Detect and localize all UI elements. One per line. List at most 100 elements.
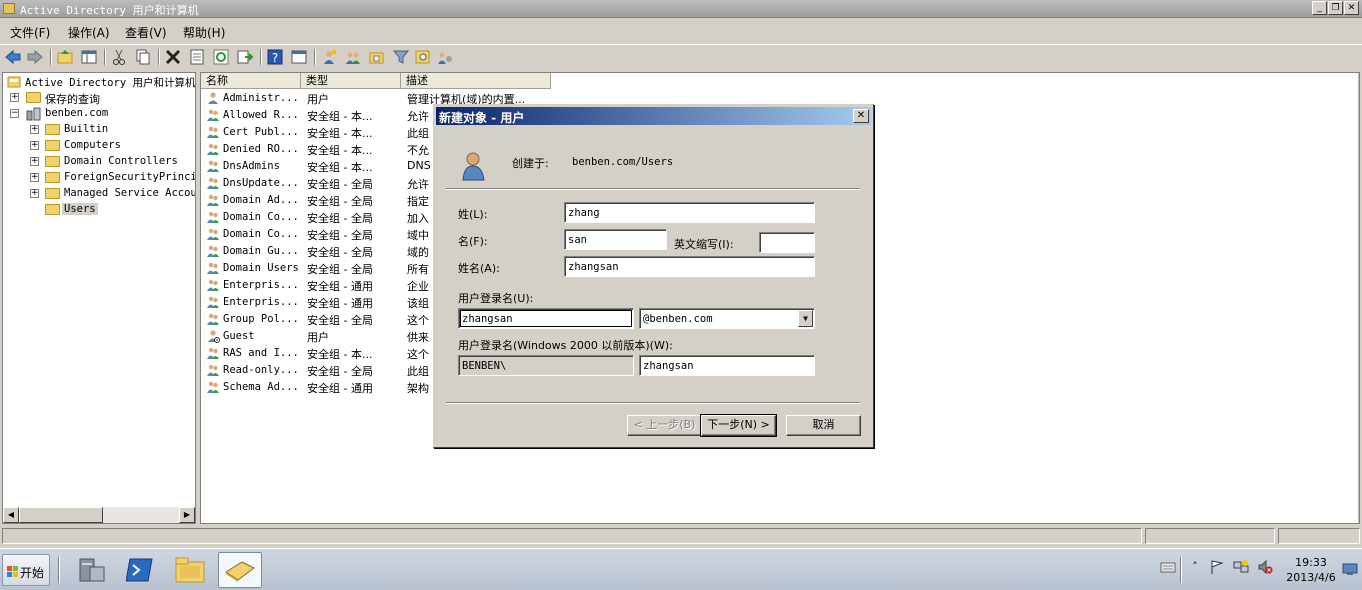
full-name-field[interactable]: zhangsan [564,256,815,277]
row-description: 这个 [407,314,429,327]
expand-icon[interactable]: + [30,157,39,166]
forward-arrow-icon[interactable] [26,48,44,66]
expand-icon[interactable]: + [30,141,39,150]
console-tree[interactable]: Active Directory 用户和计算机 + 保存的查询 − benben… [2,72,196,524]
folder-icon [45,172,60,183]
tree-item-label: benben.com [45,107,109,119]
column-header-name[interactable]: 名称 [201,73,301,89]
minimize-button[interactable]: _ [1312,1,1327,15]
collapse-icon[interactable]: − [10,109,19,118]
restore-button[interactable]: ❐ [1328,1,1343,15]
windows-logo-icon [7,566,18,577]
refresh-icon[interactable] [212,48,230,66]
row-type: 用户 [307,331,329,344]
back-arrow-icon[interactable] [4,48,22,66]
initials-label: 英文缩写(I): [674,238,734,251]
volume-muted-icon[interactable] [1257,559,1273,575]
tree-item-label: Managed Service Accour [64,187,196,199]
row-name: Read-only... [223,364,299,376]
row-type: 安全组 - 全局 [307,314,373,327]
toolbar-separator [314,49,316,65]
action-center-flag-icon[interactable] [1209,559,1225,575]
dialog-close-button[interactable]: ✕ [853,109,869,123]
menu-help[interactable]: 帮助(H) [183,24,225,41]
row-type: 安全组 - 全局 [307,229,373,242]
delete-icon[interactable] [164,48,182,66]
help-icon[interactable]: ? [266,48,284,66]
row-type: 安全组 - 本... [307,161,373,174]
start-button[interactable]: 开始 [2,554,50,586]
taskbar-powershell[interactable] [118,552,162,588]
new-user-icon[interactable] [320,48,338,66]
up-folder-icon[interactable] [56,48,74,66]
row-type: 安全组 - 全局 [307,212,373,225]
created-in-value: benben.com/Users [572,156,674,168]
export-icon[interactable] [236,48,254,66]
expand-icon[interactable]: + [30,173,39,182]
taskbar-server-manager[interactable] [70,552,114,588]
initials-field[interactable] [759,232,815,253]
clock-date: 2013/4/6 [1286,571,1336,584]
last-name-field[interactable]: zhang [564,202,815,223]
new-group-icon[interactable] [344,48,362,66]
separator [446,188,860,190]
row-name: Allowed R... [223,109,299,121]
new-ou-icon[interactable] [368,48,386,66]
column-header-description[interactable]: 描述 [401,73,551,89]
chevron-down-icon[interactable]: ▼ [798,310,813,327]
row-name: Domain Co... [223,228,299,240]
keyboard-icon[interactable] [1160,559,1176,575]
explorer-icon [175,557,205,583]
tree-horizontal-scrollbar[interactable]: ◀ ▶ [3,507,195,523]
network-icon[interactable] [1233,559,1249,575]
group-icon [207,381,219,393]
cut-icon[interactable] [110,48,128,66]
folder-icon [45,204,60,215]
upn-suffix-dropdown[interactable]: @benben.com ▼ [639,308,815,329]
group-icon [207,126,219,138]
add-to-group-icon[interactable] [436,48,454,66]
copy-icon[interactable] [134,48,152,66]
status-bar [0,526,1362,546]
group-icon [207,211,219,223]
ou-folder-icon [45,156,60,167]
system-clock[interactable]: 19:33 2013/4/6 [1284,555,1338,585]
expand-icon[interactable]: + [30,189,39,198]
row-description: 域的 [407,246,429,259]
app-icon [3,3,15,14]
close-button[interactable]: ✕ [1344,1,1359,15]
taskbar-ad-users-computers[interactable] [218,552,262,588]
scroll-thumb[interactable] [19,507,103,523]
back-button[interactable]: < 上一步(B) [627,415,702,436]
pre2000-logon-field[interactable]: zhangsan [639,355,815,376]
console-view-icon[interactable] [290,48,308,66]
row-description: 域中 [407,229,429,242]
properties-icon[interactable] [188,48,206,66]
show-hidden-icons-icon[interactable]: ˄ [1187,559,1203,575]
group-icon [207,347,219,359]
first-name-field[interactable]: san [564,229,667,250]
tree-item-label: Domain Controllers [64,155,178,167]
expand-icon[interactable]: + [30,125,39,134]
window-title-bar[interactable]: Active Directory 用户和计算机 _ ❐ ✕ [0,0,1362,18]
scroll-right-button[interactable]: ▶ [179,507,195,523]
scroll-left-button[interactable]: ◀ [3,507,19,523]
user-icon [208,92,218,104]
dialog-title-bar[interactable]: 新建对象 - 用户 ✕ [436,107,871,125]
column-header-type[interactable]: 类型 [301,73,401,89]
expand-icon[interactable]: + [10,93,19,102]
group-icon [207,262,219,274]
show-console-tree-icon[interactable] [80,48,98,66]
find-icon[interactable] [414,48,432,66]
next-button[interactable]: 下一步(N) > [700,414,777,437]
menu-file[interactable]: 文件(F) [10,24,50,41]
group-icon [207,313,219,325]
group-icon [207,228,219,240]
menu-action[interactable]: 操作(A) [68,24,110,41]
cancel-button[interactable]: 取消 [786,415,861,436]
filter-icon[interactable] [392,48,410,66]
menu-view[interactable]: 查看(V) [125,24,167,41]
logon-name-field[interactable]: zhangsan [458,308,634,329]
show-desktop-icon[interactable] [1342,561,1358,577]
taskbar-explorer[interactable] [168,552,212,588]
